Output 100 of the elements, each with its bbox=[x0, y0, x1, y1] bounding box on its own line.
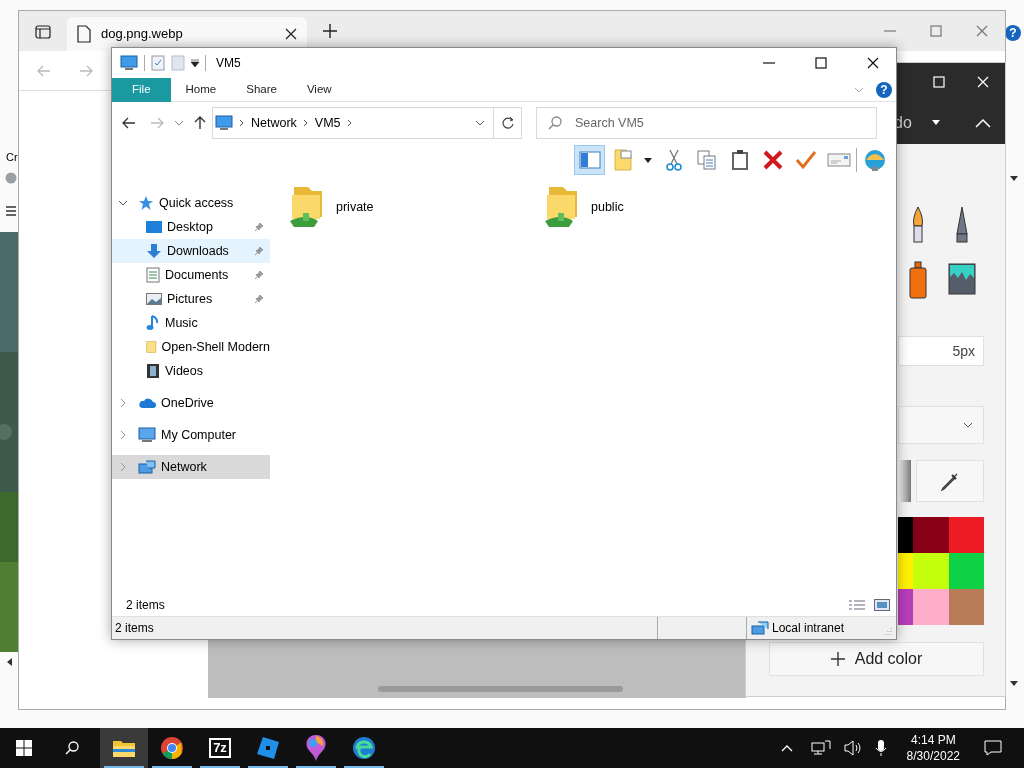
new-tab-button[interactable] bbox=[323, 24, 337, 38]
expand-chevron-icon[interactable] bbox=[118, 462, 128, 472]
color-swatch[interactable] bbox=[949, 553, 984, 589]
scroll-down-arrow[interactable] bbox=[1009, 174, 1019, 182]
clock-date[interactable]: 8/30/2022 bbox=[906, 748, 960, 764]
scissors-icon bbox=[665, 149, 682, 171]
add-color-button[interactable]: Add color bbox=[769, 642, 984, 676]
color-swatch[interactable] bbox=[949, 589, 984, 625]
tab-title: dog.png.webp bbox=[101, 25, 184, 44]
nav-item[interactable]: My Computer bbox=[112, 423, 270, 447]
clipboard-icon bbox=[730, 149, 749, 171]
color-swatch[interactable] bbox=[898, 589, 913, 625]
folder-icon bbox=[112, 738, 136, 758]
browser-icon bbox=[352, 736, 376, 760]
search-field[interactable]: Search VM5 bbox=[536, 107, 877, 139]
recent-locations-icon[interactable] bbox=[174, 120, 184, 126]
breadcrumb-link[interactable]: Network bbox=[251, 113, 297, 133]
nav-item[interactable]: OneDrive bbox=[112, 391, 270, 415]
collapse-chevron-icon[interactable] bbox=[118, 200, 128, 206]
pen-icon[interactable] bbox=[954, 206, 970, 246]
help-icon[interactable]: ? bbox=[876, 81, 892, 98]
color-swatch[interactable] bbox=[913, 517, 949, 553]
chevron-down-icon bbox=[963, 422, 973, 428]
search-icon bbox=[65, 741, 79, 755]
computer-icon bbox=[120, 55, 138, 71]
file-name[interactable]: public bbox=[591, 198, 624, 217]
microphone-icon[interactable] bbox=[874, 739, 887, 757]
color-preview bbox=[898, 460, 911, 502]
nav-item[interactable]: Documents bbox=[112, 263, 270, 287]
close-tab-button[interactable] bbox=[285, 28, 297, 40]
pin-icon[interactable] bbox=[254, 294, 264, 304]
resize-grip[interactable] bbox=[883, 626, 893, 636]
nav-item[interactable]: Music bbox=[112, 311, 270, 335]
scroll-left-arrow[interactable] bbox=[5, 657, 13, 667]
forward-arrow-icon[interactable] bbox=[150, 117, 164, 129]
address-bar[interactable]: Network VM5 bbox=[212, 107, 494, 139]
nav-item[interactable]: Desktop bbox=[112, 215, 270, 239]
nav-item[interactable]: Quick access bbox=[112, 191, 270, 215]
circle-icon bbox=[5, 172, 17, 184]
color-swatch[interactable] bbox=[913, 589, 949, 625]
menu-icon[interactable] bbox=[6, 206, 16, 216]
color-swatch[interactable] bbox=[913, 553, 949, 589]
picture-icon bbox=[146, 292, 162, 306]
checkmark-icon bbox=[794, 150, 817, 170]
expand-chevron-icon[interactable] bbox=[118, 398, 128, 408]
customize-dropdown-icon[interactable] bbox=[191, 59, 199, 67]
caret-icon[interactable] bbox=[644, 157, 652, 163]
expand-ribbon-icon[interactable] bbox=[854, 86, 864, 93]
ribbon-tab[interactable]: Home bbox=[170, 77, 232, 102]
nav-item[interactable]: Pictures bbox=[112, 287, 270, 311]
volume-icon[interactable] bbox=[842, 740, 863, 756]
address-dropdown-icon[interactable] bbox=[475, 120, 485, 126]
refresh-button[interactable] bbox=[494, 107, 522, 139]
properties-icon[interactable] bbox=[151, 55, 165, 71]
back-arrow-icon[interactable] bbox=[122, 117, 136, 129]
expand-chevron-icon[interactable] bbox=[118, 430, 128, 440]
scroll-down-arrow[interactable] bbox=[1009, 679, 1019, 687]
up-arrow-icon[interactable] bbox=[194, 116, 206, 130]
paint-drop-icon bbox=[304, 734, 328, 762]
show-hidden-icons[interactable] bbox=[780, 744, 793, 752]
browser-tab[interactable]: dog.png.webp bbox=[67, 17, 307, 51]
maximize-icon bbox=[815, 57, 827, 69]
brush-icon[interactable] bbox=[910, 206, 926, 246]
browser-icon bbox=[160, 736, 184, 760]
chevron-up-icon bbox=[975, 117, 991, 128]
close-icon bbox=[285, 28, 297, 40]
network-icon bbox=[138, 459, 156, 475]
toolbar-button[interactable] bbox=[574, 145, 605, 175]
eyedropper-button[interactable] bbox=[916, 460, 984, 502]
nav-item[interactable]: Downloads bbox=[112, 239, 270, 263]
spray-can-icon[interactable] bbox=[907, 260, 929, 300]
clock-time[interactable]: 4:14 PM bbox=[906, 732, 960, 748]
taskbar-app[interactable] bbox=[100, 728, 148, 768]
chevron-right-icon[interactable] bbox=[346, 119, 353, 127]
large-icons-view-icon[interactable] bbox=[874, 599, 890, 611]
paint-bucket-icon[interactable] bbox=[947, 260, 977, 296]
ribbon-tab[interactable]: View bbox=[291, 77, 347, 102]
pin-icon[interactable] bbox=[254, 222, 264, 232]
properties-icon bbox=[612, 148, 633, 172]
network-icon[interactable] bbox=[810, 740, 831, 756]
status-text: 2 items bbox=[114, 620, 155, 637]
scrollbar[interactable] bbox=[378, 686, 623, 692]
color-swatch[interactable] bbox=[949, 517, 984, 553]
details-view-icon[interactable] bbox=[848, 599, 866, 611]
color-swatch[interactable] bbox=[898, 517, 913, 553]
pin-icon[interactable] bbox=[254, 270, 264, 280]
color-swatch[interactable] bbox=[898, 553, 913, 589]
size-field[interactable]: 5px bbox=[898, 336, 984, 366]
window-title: VM5 bbox=[216, 55, 241, 72]
notification-icon[interactable] bbox=[984, 740, 1002, 756]
nav-item[interactable]: Videos bbox=[112, 359, 270, 383]
forward-arrow-icon[interactable] bbox=[79, 64, 93, 77]
delete-icon bbox=[762, 150, 783, 170]
breadcrumb-link[interactable]: VM5 bbox=[314, 113, 341, 133]
nav-item[interactable]: Open-Shell Modern bbox=[112, 335, 270, 359]
pin-icon[interactable] bbox=[254, 246, 264, 256]
nav-item[interactable]: Network bbox=[112, 455, 270, 479]
ribbon-tab[interactable]: Share bbox=[231, 77, 292, 102]
taskbar-app[interactable]: 7z bbox=[196, 728, 244, 768]
file-name[interactable]: private bbox=[336, 198, 374, 217]
